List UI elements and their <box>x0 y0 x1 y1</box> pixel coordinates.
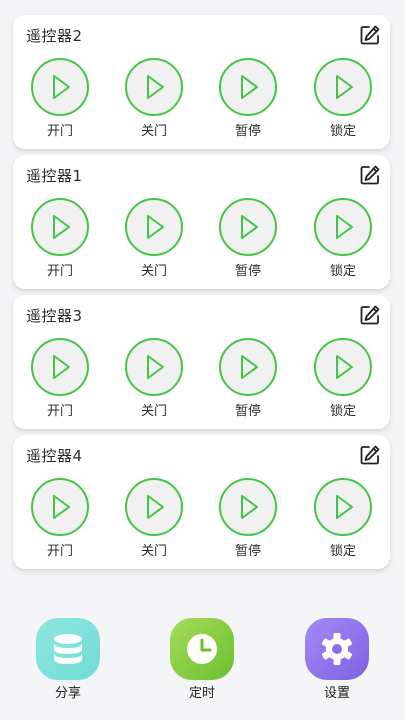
play-icon <box>314 338 372 396</box>
play-icon <box>31 58 89 116</box>
remote-card: 遥控器3 开门 关门 暂停 锁定 <box>13 295 390 429</box>
edit-icon[interactable] <box>359 304 381 326</box>
play-icon <box>125 478 183 536</box>
remote-card: 遥控器1 开门 关门 暂停 锁定 <box>13 155 390 289</box>
clock-icon <box>170 618 234 680</box>
bottom-nav: 分享 定时 设置 <box>0 615 405 705</box>
play-icon <box>31 198 89 256</box>
play-icon <box>31 478 89 536</box>
pause-button[interactable]: 暂停 <box>208 478 288 563</box>
button-label: 关门 <box>140 544 167 559</box>
play-icon <box>219 338 277 396</box>
tab-label: 分享 <box>54 686 81 701</box>
control-buttons: 开门 关门 暂停 锁定 <box>13 478 390 563</box>
remote-title: 遥控器1 <box>26 167 83 185</box>
tab-label: 定时 <box>188 686 215 701</box>
open-door-button[interactable]: 开门 <box>20 198 100 283</box>
play-icon <box>219 198 277 256</box>
button-label: 暂停 <box>234 544 261 559</box>
lock-button[interactable]: 锁定 <box>303 478 383 563</box>
share-tab[interactable]: 分享 <box>28 615 108 701</box>
close-door-button[interactable]: 关门 <box>114 58 194 143</box>
close-door-button[interactable]: 关门 <box>114 198 194 283</box>
pause-button[interactable]: 暂停 <box>208 338 288 423</box>
edit-icon[interactable] <box>359 444 381 466</box>
play-icon <box>125 338 183 396</box>
close-door-button[interactable]: 关门 <box>114 478 194 563</box>
play-icon <box>31 338 89 396</box>
button-label: 锁定 <box>329 544 356 559</box>
button-label: 关门 <box>140 124 167 139</box>
button-label: 暂停 <box>234 404 261 419</box>
button-label: 暂停 <box>234 264 261 279</box>
tab-label: 设置 <box>323 686 350 701</box>
gear-icon <box>305 618 369 680</box>
edit-icon[interactable] <box>359 24 381 46</box>
play-icon <box>125 198 183 256</box>
remote-title: 遥控器3 <box>26 307 83 325</box>
remote-title: 遥控器4 <box>26 447 83 465</box>
button-label: 暂停 <box>234 124 261 139</box>
control-buttons: 开门 关门 暂停 锁定 <box>13 198 390 283</box>
lock-button[interactable]: 锁定 <box>303 198 383 283</box>
play-icon <box>314 58 372 116</box>
control-buttons: 开门 关门 暂停 锁定 <box>13 58 390 143</box>
button-label: 锁定 <box>329 404 356 419</box>
lock-button[interactable]: 锁定 <box>303 338 383 423</box>
play-icon <box>314 478 372 536</box>
play-icon <box>219 478 277 536</box>
button-label: 开门 <box>46 264 73 279</box>
play-icon <box>125 58 183 116</box>
open-door-button[interactable]: 开门 <box>20 338 100 423</box>
button-label: 开门 <box>46 544 73 559</box>
remote-title: 遥控器2 <box>26 27 83 45</box>
button-label: 锁定 <box>329 124 356 139</box>
remote-card: 遥控器2 开门 关门 暂停 锁定 <box>13 15 390 149</box>
button-label: 关门 <box>140 264 167 279</box>
play-icon <box>314 198 372 256</box>
database-icon <box>36 618 100 680</box>
settings-tab[interactable]: 设置 <box>297 615 377 701</box>
open-door-button[interactable]: 开门 <box>20 58 100 143</box>
edit-icon[interactable] <box>359 164 381 186</box>
lock-button[interactable]: 锁定 <box>303 58 383 143</box>
timer-tab[interactable]: 定时 <box>162 615 242 701</box>
button-label: 开门 <box>46 404 73 419</box>
control-buttons: 开门 关门 暂停 锁定 <box>13 338 390 423</box>
button-label: 锁定 <box>329 264 356 279</box>
remote-card: 遥控器4 开门 关门 暂停 锁定 <box>13 435 390 569</box>
play-icon <box>219 58 277 116</box>
open-door-button[interactable]: 开门 <box>20 478 100 563</box>
close-door-button[interactable]: 关门 <box>114 338 194 423</box>
button-label: 开门 <box>46 124 73 139</box>
pause-button[interactable]: 暂停 <box>208 58 288 143</box>
pause-button[interactable]: 暂停 <box>208 198 288 283</box>
button-label: 关门 <box>140 404 167 419</box>
